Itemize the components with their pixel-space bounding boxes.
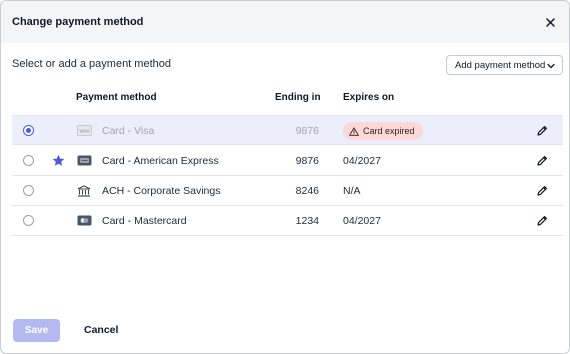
bank-icon <box>77 185 91 197</box>
payment-row-ach[interactable]: ACH - Corporate Savings 8246 N/A <box>12 176 563 206</box>
mastercard-icon <box>77 215 92 226</box>
payment-row-mastercard[interactable]: Card - Mastercard 1234 04/2027 <box>12 206 563 236</box>
payment-label: ACH - Corporate Savings <box>102 185 221 197</box>
close-button[interactable] <box>541 13 559 31</box>
radio-amex[interactable] <box>23 155 34 166</box>
radio-ach[interactable] <box>23 185 34 196</box>
header-ending-in: Ending in <box>275 92 321 103</box>
ending-value: 9876 <box>295 155 319 167</box>
close-icon <box>545 17 555 27</box>
radio-mastercard[interactable] <box>23 215 34 226</box>
header-payment-method: Payment method <box>76 92 157 103</box>
header-expires-on: Expires on <box>343 92 395 103</box>
payment-label: Card - Visa <box>102 125 155 137</box>
pencil-icon <box>537 156 547 166</box>
warning-icon <box>349 126 359 136</box>
edit-button[interactable] <box>535 214 549 228</box>
svg-text:VISA: VISA <box>79 128 90 133</box>
pencil-icon <box>537 216 547 226</box>
save-button[interactable]: Save <box>13 319 60 342</box>
payment-label: Card - Mastercard <box>102 215 187 227</box>
chevron-down-icon <box>547 63 555 69</box>
dialog-subtitle: Select or add a payment method <box>12 58 171 70</box>
pencil-icon <box>537 126 547 136</box>
dialog-header: Change payment method <box>1 1 569 43</box>
payment-row-amex[interactable]: Card - American Express 9876 04/2027 <box>12 146 563 176</box>
ending-value: 1234 <box>295 215 319 227</box>
payment-label: Card - American Express <box>102 155 219 167</box>
ending-value: 8246 <box>295 185 319 197</box>
add-payment-method-label: Add payment method <box>455 59 546 71</box>
edit-button[interactable] <box>535 154 549 168</box>
change-payment-dialog: Change payment method Select or add a pa… <box>0 0 570 354</box>
star-icon <box>52 154 65 166</box>
visa-card-icon: VISA <box>77 125 92 136</box>
edit-button[interactable] <box>535 184 549 198</box>
card-expired-badge: Card expired <box>343 122 423 140</box>
edit-button[interactable] <box>535 124 549 138</box>
payment-row-visa[interactable]: VISA Card - Visa 9876 Card expired <box>12 115 563 145</box>
radio-visa[interactable] <box>23 125 34 136</box>
expires-value: N/A <box>343 185 361 197</box>
cancel-button[interactable]: Cancel <box>84 324 118 336</box>
expires-value: 04/2027 <box>343 215 381 227</box>
dialog-title: Change payment method <box>12 16 144 28</box>
ending-value: 9876 <box>295 125 319 137</box>
pencil-icon <box>537 186 547 196</box>
badge-text: Card expired <box>363 126 415 136</box>
expires-value: 04/2027 <box>343 155 381 167</box>
add-payment-method-button[interactable]: Add payment method <box>446 55 563 75</box>
amex-card-icon <box>77 155 92 166</box>
